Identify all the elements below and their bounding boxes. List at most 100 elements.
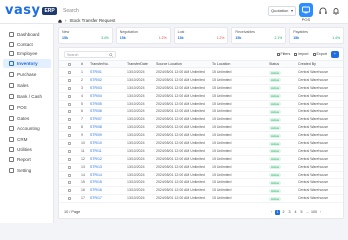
column-header[interactable]: # bbox=[81, 61, 83, 68]
sidebar-item-dashboard[interactable]: Dashboard bbox=[3, 30, 51, 39]
bell-icon[interactable] bbox=[331, 6, 341, 16]
table-row[interactable]: 8 STR/08 13/10/2024 2024/05/01 12:00 AM Unl… bbox=[59, 124, 343, 133]
row-checkbox[interactable] bbox=[68, 118, 71, 122]
cell-transfer-no[interactable]: STR/14 bbox=[90, 172, 102, 179]
row-checkbox[interactable] bbox=[68, 142, 71, 146]
column-header[interactable]: TransferDate bbox=[127, 61, 148, 68]
per-page-select[interactable]: 10 / Page bbox=[64, 210, 80, 215]
row-checkbox[interactable] bbox=[68, 189, 71, 193]
quick-create-select[interactable]: Quotation ▾ bbox=[268, 6, 296, 16]
table-row[interactable]: 11 STR/11 13/10/2024 2024/05/01 12:00 AM Un… bbox=[59, 148, 343, 156]
cell-transfer-no[interactable]: STR/11 bbox=[90, 148, 102, 155]
table-row[interactable]: 15 STR/15 13/10/2024 2024/05/01 12:00 AM Un… bbox=[59, 179, 343, 188]
pos-button[interactable] bbox=[299, 3, 313, 17]
stat-card-negotiation[interactable]: Negotiation 15k 1.2% bbox=[115, 27, 171, 44]
page-button[interactable]: 2 bbox=[281, 210, 286, 215]
cell-transfer-no[interactable]: STR/17 bbox=[90, 195, 102, 202]
headset-icon[interactable] bbox=[318, 6, 328, 16]
row-checkbox[interactable] bbox=[68, 173, 71, 177]
cell-transfer-no[interactable]: STR/10 bbox=[90, 140, 102, 147]
table-search-input[interactable]: Search bbox=[64, 51, 116, 58]
column-header[interactable]: Created By bbox=[298, 61, 316, 68]
sidebar-item-report[interactable]: Report bbox=[3, 155, 51, 164]
cell-transfer-no[interactable]: STR/13 bbox=[90, 164, 102, 171]
table-row[interactable]: 6 STR/06 13/10/2024 2024/05/01 12:00 AM Unl… bbox=[59, 108, 343, 117]
sidebar-item-employee[interactable]: Employee bbox=[3, 49, 51, 58]
stat-card-lost[interactable]: Lost 15k 1.2% bbox=[173, 27, 229, 44]
table-row[interactable]: 12 STR/12 13/10/2024 2024/05/01 12:00 AM Un… bbox=[59, 156, 343, 164]
row-checkbox[interactable] bbox=[68, 157, 71, 161]
column-header[interactable]: Status bbox=[269, 61, 279, 68]
global-search-input[interactable]: Search bbox=[60, 6, 262, 17]
cell-transfer-no[interactable]: STR/12 bbox=[90, 156, 102, 163]
sidebar-item-bank-cash[interactable]: Bank / Cash bbox=[3, 92, 51, 101]
import-button[interactable]: Import bbox=[294, 51, 309, 58]
stat-card-new[interactable]: New 15k 3.4% bbox=[58, 27, 113, 44]
table-row[interactable]: 4 STR/04 13/10/2024 2024/05/01 12:00 AM Unl… bbox=[59, 93, 343, 101]
table-row[interactable]: 10 STR/10 13/10/2024 2024/05/01 12:00 AM Un… bbox=[59, 140, 343, 148]
stat-card-receivables[interactable]: Receivables 15k 2.1% bbox=[231, 27, 287, 44]
cell-transfer-no[interactable]: STR/05 bbox=[90, 101, 102, 108]
row-checkbox[interactable] bbox=[68, 126, 71, 130]
row-checkbox[interactable] bbox=[68, 110, 71, 114]
page-button[interactable]: 3 bbox=[287, 210, 292, 215]
cell-transfer-no[interactable]: STR/02 bbox=[90, 77, 102, 84]
cell-transfer-no[interactable]: STR/07 bbox=[90, 116, 102, 123]
prev-page-button[interactable]: ‹ bbox=[269, 210, 274, 215]
table-row[interactable]: 13 STR/13 13/10/2024 2024/05/01 12:00 AM Un… bbox=[59, 164, 343, 172]
export-button[interactable]: Export bbox=[312, 51, 327, 58]
cell-transfer-no[interactable]: STR/09 bbox=[90, 132, 102, 139]
row-checkbox[interactable] bbox=[68, 102, 71, 106]
row-checkbox[interactable] bbox=[68, 165, 71, 169]
app-logo[interactable]: vasy ERP bbox=[5, 4, 57, 18]
table-row[interactable]: 9 STR/09 13/10/2024 2024/05/01 12:00 AM Unl… bbox=[59, 132, 343, 141]
cell-transfer-no[interactable]: STR/06 bbox=[90, 108, 102, 115]
table-row[interactable]: 7 STR/07 13/10/2024 2024/05/01 12:00 AM Unl… bbox=[59, 116, 343, 125]
row-checkbox[interactable] bbox=[68, 181, 71, 185]
column-header[interactable]: Source Location bbox=[156, 61, 182, 68]
add-button[interactable]: + bbox=[330, 51, 339, 58]
sidebar-item-contact[interactable]: Contact bbox=[3, 40, 51, 49]
cell-transfer-no[interactable]: STR/08 bbox=[90, 124, 102, 131]
row-checkbox[interactable] bbox=[68, 71, 71, 74]
sidebar-item-gates[interactable]: Gates bbox=[3, 114, 51, 123]
page-button[interactable]: 4 bbox=[293, 210, 298, 215]
table-row[interactable]: 2 STR/02 13/10/2024 2024/05/01 12:00 AM Unl… bbox=[59, 77, 343, 85]
select-all-checkbox[interactable] bbox=[68, 63, 71, 66]
row-checkbox[interactable] bbox=[68, 94, 71, 98]
cell-no: 1 bbox=[81, 70, 83, 74]
last-page-button[interactable]: 100 bbox=[311, 210, 317, 215]
cell-transfer-no[interactable]: STR/03 bbox=[90, 85, 102, 92]
table-row[interactable]: 17 STR/17 13/10/2024 2024/05/01 12:00 AM Un… bbox=[59, 195, 343, 204]
table-row[interactable]: 14 STR/14 13/10/2024 2024/05/01 12:00 AM Un… bbox=[59, 172, 343, 180]
table-row[interactable]: 1 STR/01 13/10/2024 2024/05/01 12:00 AM Unl… bbox=[59, 69, 343, 77]
column-header[interactable]: TransferNo. bbox=[90, 61, 109, 68]
row-checkbox[interactable] bbox=[68, 134, 71, 138]
page-button[interactable]: 5 bbox=[299, 210, 304, 215]
cell-transfer-no[interactable]: STR/16 bbox=[90, 187, 102, 194]
sidebar-item-utilities[interactable]: Utilities bbox=[3, 145, 51, 154]
home-icon[interactable] bbox=[58, 19, 62, 23]
sidebar-item-crm[interactable]: CRM bbox=[3, 135, 51, 144]
table-row[interactable]: 3 STR/03 13/10/2024 2024/05/01 12:00 AM Unl… bbox=[59, 85, 343, 93]
table-row[interactable]: 5 STR/05 13/10/2024 2024/05/01 12:00 AM Unl… bbox=[59, 101, 343, 109]
sidebar-item-setting[interactable]: Setting bbox=[3, 166, 51, 175]
table-row[interactable]: 16 STR/16 13/10/2024 2024/05/01 12:00 AM Un… bbox=[59, 187, 343, 196]
cell-transfer-no[interactable]: STR/15 bbox=[90, 179, 102, 186]
sidebar-item-inventory[interactable]: Inventory bbox=[3, 59, 51, 68]
sidebar-item-accounting[interactable]: Accounting bbox=[3, 124, 51, 133]
sidebar-item-sales[interactable]: Sales bbox=[3, 81, 51, 90]
row-checkbox[interactable] bbox=[68, 149, 71, 153]
stat-card-payables[interactable]: Payables 15k 1.4% bbox=[289, 27, 344, 44]
sidebar-item-purchase[interactable]: Purchase bbox=[3, 70, 51, 79]
cell-transfer-no[interactable]: STR/04 bbox=[90, 93, 102, 100]
filters-button[interactable]: Filters bbox=[276, 51, 290, 58]
cell-transfer-no[interactable]: STR/01 bbox=[90, 69, 102, 76]
row-checkbox[interactable] bbox=[68, 86, 71, 90]
row-checkbox[interactable] bbox=[68, 78, 71, 82]
row-checkbox[interactable] bbox=[68, 197, 71, 201]
page-button[interactable]: 1 bbox=[275, 210, 280, 215]
sidebar-item-pos[interactable]: POS bbox=[3, 103, 51, 112]
column-header[interactable]: To Location bbox=[212, 61, 230, 68]
next-page-button[interactable]: › bbox=[318, 210, 323, 215]
